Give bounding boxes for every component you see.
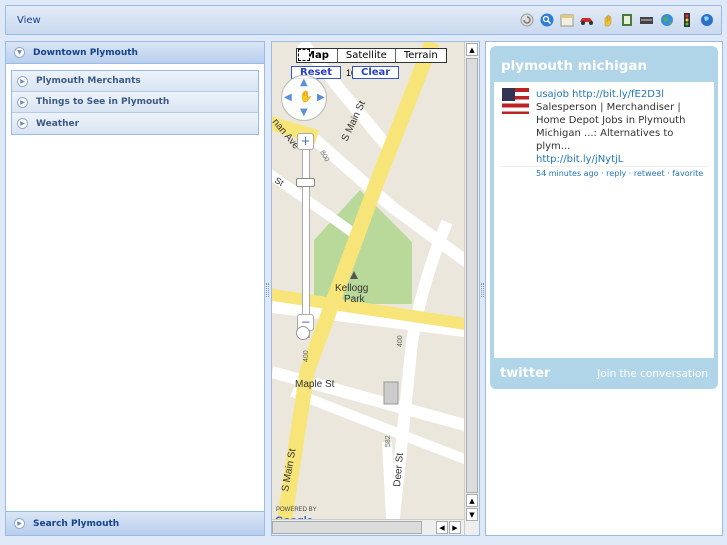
tweet-retweet-link[interactable]: retweet [634,169,665,178]
zoom-slider-track[interactable] [302,138,310,338]
twitter-widget: plymouth michigan usajob http://bit.ly/f… [490,46,718,389]
scroll-up-button-bottom[interactable]: ▲ [466,494,478,507]
join-conversation-link[interactable]: Join the conversation [597,368,708,380]
expand-icon: ▶ [17,118,28,129]
keyboard-icon[interactable] [638,11,655,28]
sidebar-item-things-to-see[interactable]: ▶ Things to See in Plymouth [12,92,258,113]
pan-up-icon[interactable]: ▲ [300,77,308,88]
map-horizontal-scrollbar[interactable]: ◀ ▶ [272,519,464,535]
map-type-terrain-button[interactable]: Terrain [394,49,446,62]
tweet-link-2[interactable]: http://bit.ly/jNytjL [536,153,707,166]
window-icon[interactable] [558,11,575,28]
twitter-logo[interactable]: twitter [500,366,550,381]
pan-left-icon[interactable]: ◀ [284,92,292,103]
tweet-divider [500,166,708,167]
hand-icon[interactable] [598,11,615,28]
map-vertical-scrollbar[interactable]: ▲ ▲ ▼ [464,42,479,535]
clear-button[interactable]: Clear [352,66,400,79]
map-powered-by: POWERED BY [276,507,317,513]
toolbar-icons [518,11,715,28]
zoom-slider-handle[interactable] [296,178,315,187]
tweet-list: usajob http://bit.ly/fE2D3l Salesperson … [494,82,714,358]
sidebar-item-label: Weather [36,118,80,129]
scroll-thumb[interactable] [466,58,478,493]
sub-accordion: ▶ Plymouth Merchants ▶ Things to See in … [11,70,259,135]
street-view-pegman-icon[interactable] [296,326,310,340]
tweet-text: Salesperson | Merchandiser | Home Depot … [536,102,686,152]
fullscreen-icon[interactable] [298,49,310,61]
refresh-icon[interactable] [518,11,535,28]
view-menu-button[interactable]: View [17,15,41,26]
tweet-username-link[interactable]: usajob [536,89,569,100]
expand-icon: ▶ [17,75,28,87]
scroll-up-button[interactable]: ▲ [466,43,478,56]
tweet-favorite-link[interactable]: favorite [672,169,703,178]
expand-icon: ▶ [14,518,25,529]
sidebar-item-merchants[interactable]: ▶ Plymouth Merchants [12,71,258,92]
map-label-400a: 400 [303,350,310,362]
hscroll-thumb[interactable] [272,521,422,534]
downtown-plymouth-label: Downtown Plymouth [33,47,138,58]
sidebar-item-weather[interactable]: ▶ Weather [12,113,258,134]
globe-icon[interactable] [658,11,675,28]
pan-control[interactable]: ▲ ▼ ◀ ▶ ✋ [281,75,327,121]
car-icon[interactable] [578,11,595,28]
collapse-icon[interactable]: ▼ [14,47,25,58]
avatar[interactable] [502,88,529,114]
map-label-maple-st: Maple St [295,379,335,390]
right-panel: plymouth michigan usajob http://bit.ly/f… [485,41,723,536]
hand-pan-icon: ✋ [299,90,313,103]
map-type-satellite-button[interactable]: Satellite [336,49,395,62]
search-icon[interactable] [538,11,555,28]
pan-right-icon[interactable]: ▶ [317,92,325,103]
map-label-kellogg: Kellogg [335,283,368,294]
map-label-400b: 400 [397,335,404,347]
scroll-left-button[interactable]: ◀ [436,521,448,534]
tweet-reply-link[interactable]: reply [606,169,626,178]
expand-icon: ▶ [17,96,28,108]
top-toolbar: View [5,5,722,35]
map-label-park: Park [344,294,366,305]
right-splitter-handle[interactable] [481,283,484,297]
twitter-widget-footer: twitter Join the conversation [490,358,718,389]
zoom-in-button[interactable]: + [297,133,314,150]
twitter-widget-title: plymouth michigan [501,58,648,74]
scroll-down-button[interactable]: ▼ [466,508,478,521]
map-label-582: 582 [385,435,392,447]
document-icon[interactable] [618,11,635,28]
search-plymouth-label: Search Plymouth [33,518,120,529]
map-view[interactable]: S Main St S Main St nan Ave Maple St Dee… [271,41,480,536]
tweet-meta: 54 minutes ago · reply · retweet · favor… [536,169,704,178]
left-splitter-handle[interactable] [266,283,269,297]
tweet-time-link[interactable]: 54 minutes ago [536,169,599,178]
map-type-control: Map Satellite Terrain [296,48,447,63]
tweet-link-1[interactable]: http://bit.ly/fE2D3l [572,89,664,100]
globe-blue-icon[interactable] [698,11,715,28]
downtown-plymouth-header[interactable]: ▼ Downtown Plymouth [6,42,264,64]
sidebar-item-label: Things to See in Plymouth [36,97,170,107]
left-accordion-panel: ▼ Downtown Plymouth ▶ Plymouth Merchants… [5,41,265,536]
sidebar-item-label: Plymouth Merchants [36,76,141,86]
map-label-deer-st: Deer St [392,452,406,487]
traffic-light-icon[interactable] [678,11,695,28]
scroll-right-button[interactable]: ▶ [449,521,461,534]
search-plymouth-header[interactable]: ▶ Search Plymouth [6,511,264,535]
pan-down-icon[interactable]: ▼ [300,107,308,118]
